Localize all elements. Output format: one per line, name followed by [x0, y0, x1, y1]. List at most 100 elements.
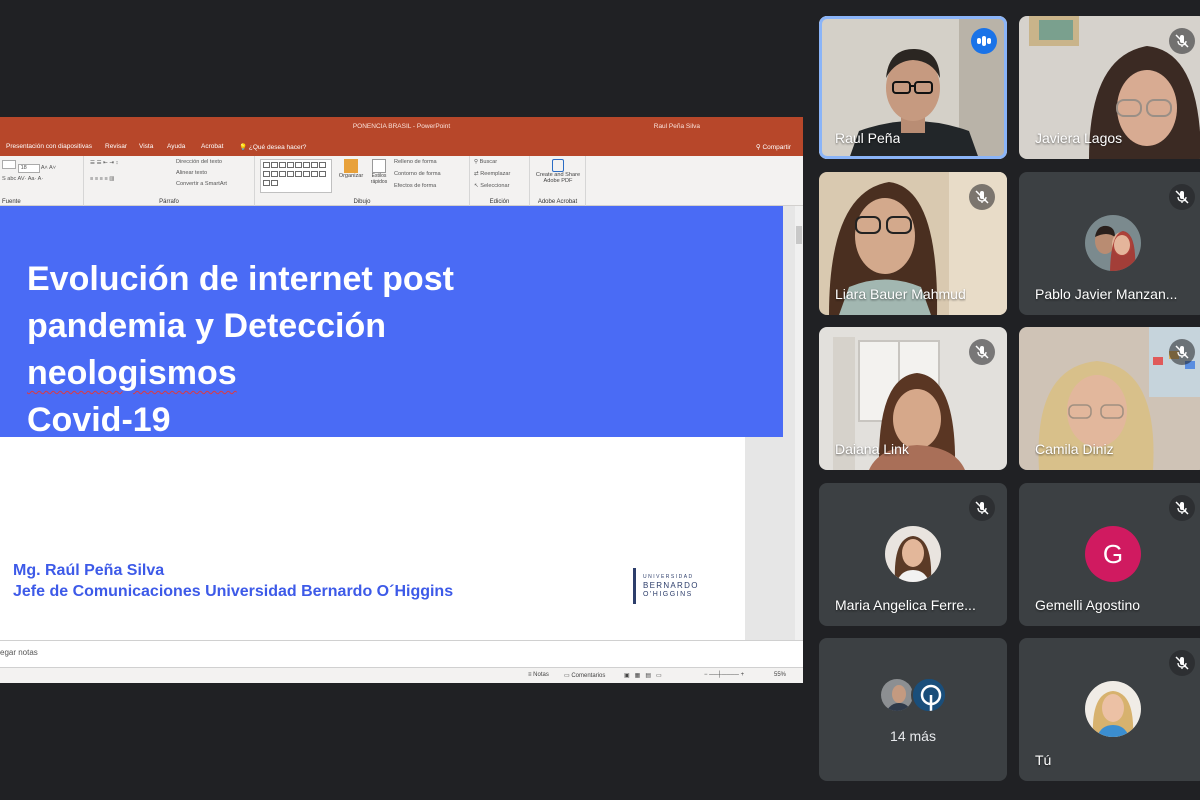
participant-name: Javiera Lagos: [1035, 130, 1123, 146]
organize-button[interactable]: Organizar: [337, 159, 365, 179]
shape-fill[interactable]: Relleno de forma: [394, 159, 437, 165]
drawing-group: Organizar Estilos rápidos Relleno de for…: [255, 156, 470, 206]
mic-off-icon: [1169, 339, 1195, 365]
notes-pane[interactable]: egar notas: [0, 640, 803, 667]
drawing-group-label: Dibujo: [353, 199, 371, 205]
tab-help[interactable]: Ayuda: [167, 143, 185, 150]
participant-name: Liara Bauer Mahmud: [835, 286, 966, 302]
ribbon: 18 A˄ A˅ S abc AV· Aa· A· Fuente ☰ ☰ ⇤ ⇥…: [0, 156, 803, 206]
cursor-icon: ↖: [474, 183, 479, 189]
quick-styles-button[interactable]: Estilos rápidos: [366, 159, 392, 185]
mic-off-icon: [969, 495, 995, 521]
participant-name: Daiana Link: [835, 441, 909, 457]
font-size-box[interactable]: 18: [17, 164, 40, 173]
participant-tile-liara[interactable]: Liara Bauer Mahmud: [819, 172, 1007, 315]
avatar: [885, 526, 941, 582]
create-pdf-button[interactable]: Create and Share Adobe PDF: [533, 159, 583, 184]
slide[interactable]: Evolución de internet post pandemia y De…: [0, 206, 745, 640]
avatar: [1085, 215, 1141, 271]
author-name: Mg. Raúl Peña Silva: [13, 562, 165, 579]
paragraph-group: ☰ ☰ ⇤ ⇥ ↕ ≡ ≡ ≡ ≡ ▥ Dirección del texto …: [84, 156, 255, 206]
status-bar: ≡ Notas ▭ Comentarios ▣ ▦ ▤ ▭ − ──┼──── …: [0, 667, 803, 683]
university-logo: UNIVERSIDAD BERNARDO O'HIGGINS: [633, 568, 713, 604]
mic-off-icon: [1169, 495, 1195, 521]
paragraph-group-label: Párrafo: [159, 199, 179, 205]
mic-off-icon: [1169, 184, 1195, 210]
comments-toggle[interactable]: ▭ Comentarios: [564, 672, 605, 679]
align-buttons[interactable]: ≡ ≡ ≡ ≡ ▥: [90, 176, 115, 182]
speaking-indicator-icon: [971, 28, 997, 54]
more-participants-label: 14 más: [890, 728, 936, 744]
zoom-slider[interactable]: − ──┼──── +: [704, 672, 744, 678]
participant-tile-more[interactable]: 14 más: [819, 638, 1007, 781]
zoom-level[interactable]: 55%: [774, 672, 786, 678]
participant-name: Maria Angelica Ferre...: [835, 597, 976, 613]
acrobat-group-label: Adobe Acrobat: [537, 199, 578, 205]
font-group-label: Fuente: [2, 199, 21, 205]
mic-off-icon: [1169, 28, 1195, 54]
person-icon: ⚲: [755, 144, 761, 151]
tab-view[interactable]: Vista: [139, 143, 153, 150]
participant-name: Gemelli Agostino: [1035, 597, 1141, 613]
participant-name: Tú: [1035, 752, 1052, 768]
participant-tile-pablo[interactable]: Pablo Javier Manzan...: [1019, 172, 1200, 315]
styles-icon: [372, 159, 386, 173]
search-icon: ⚲: [474, 159, 479, 165]
avatar-initial: G: [1085, 526, 1141, 582]
list-buttons[interactable]: ☰ ☰ ⇤ ⇥ ↕: [90, 160, 118, 166]
editing-group-label: Edición: [489, 199, 510, 205]
mic-off-icon: [1169, 650, 1195, 676]
participant-name: Pablo Javier Manzan...: [1035, 286, 1178, 302]
slide-editor: Evolución de internet post pandemia y De…: [0, 206, 795, 640]
acrobat-group: Create and Share Adobe PDF Adobe Acrobat: [530, 156, 586, 206]
align-text[interactable]: Alinear texto: [176, 170, 207, 176]
lightbulb-icon: 💡: [239, 144, 248, 151]
slide-author[interactable]: Mg. Raúl Peña Silva Jefe de Comunicacion…: [13, 560, 453, 602]
participant-tile-gemelli[interactable]: G Gemelli Agostino: [1019, 483, 1200, 626]
slide-title[interactable]: Evolución de internet post pandemia y De…: [27, 256, 587, 444]
vertical-scrollbar[interactable]: [795, 206, 803, 640]
share-button[interactable]: ⚲ Compartir: [756, 143, 791, 151]
avatar: [1085, 681, 1141, 737]
font-name-box[interactable]: [2, 160, 16, 169]
author-position: Jefe de Comunicaciones Universidad Berna…: [13, 583, 454, 600]
participant-tile-self[interactable]: Tú: [1019, 638, 1200, 781]
participant-tile-camila[interactable]: Camila Diniz: [1019, 327, 1200, 470]
notes-toggle[interactable]: ≡ Notas: [528, 672, 549, 678]
font-format-buttons[interactable]: S abc AV· Aa· A·: [2, 176, 43, 182]
participant-tile-javiera[interactable]: Javiera Lagos: [1019, 16, 1200, 159]
mic-off-icon: [969, 339, 995, 365]
tab-slideshow[interactable]: Presentación con diapositivas: [6, 143, 92, 150]
mic-off-icon: [969, 184, 995, 210]
grow-font-icon[interactable]: A˄ A˅: [41, 165, 56, 171]
replace-icon: ⇄: [474, 171, 479, 177]
participant-name: Camila Diniz: [1035, 441, 1114, 457]
view-buttons[interactable]: ▣ ▦ ▤ ▭: [624, 672, 662, 679]
powerpoint-titlebar: PONENCIA BRASIL - PowerPoint Raul Peña S…: [0, 117, 803, 140]
notes-placeholder: egar notas: [0, 648, 38, 657]
scroll-thumb[interactable]: [796, 226, 802, 244]
shape-outline[interactable]: Contorno de forma: [394, 171, 441, 177]
convert-smartart[interactable]: Convertir a SmartArt: [176, 181, 227, 187]
tab-acrobat[interactable]: Acrobat: [201, 143, 223, 150]
organize-icon: [344, 159, 358, 173]
shared-screen: PONENCIA BRASIL - PowerPoint Raul Peña S…: [0, 117, 803, 683]
tell-me-search[interactable]: 💡 ¿Qué desea hacer?: [239, 143, 306, 151]
ribbon-tabs: Presentación con diapositivas Revisar Vi…: [0, 140, 803, 156]
font-group: 18 A˄ A˅ S abc AV· Aa· A· Fuente: [0, 156, 84, 206]
participant-tile-raul[interactable]: Raul Peña: [819, 16, 1007, 159]
participant-tile-maria[interactable]: Maria Angelica Ferre...: [819, 483, 1007, 626]
text-direction[interactable]: Dirección del texto: [176, 159, 222, 165]
slide-banner-overflow: [745, 206, 783, 437]
participant-name: Raul Peña: [835, 130, 901, 146]
avatar: [879, 677, 915, 713]
shape-effects[interactable]: Efectos de forma: [394, 183, 436, 189]
select-button[interactable]: ↖ Seleccionar: [474, 183, 509, 189]
shapes-gallery[interactable]: [260, 159, 332, 193]
editing-group: ⚲ Buscar ⇄ Reemplazar ↖ Seleccionar Edic…: [470, 156, 530, 206]
replace-button[interactable]: ⇄ Reemplazar: [474, 171, 510, 177]
tab-review[interactable]: Revisar: [105, 143, 127, 150]
participant-tile-daiana[interactable]: Daiana Link: [819, 327, 1007, 470]
pdf-icon: [552, 159, 564, 172]
find-button[interactable]: ⚲ Buscar: [474, 159, 497, 165]
